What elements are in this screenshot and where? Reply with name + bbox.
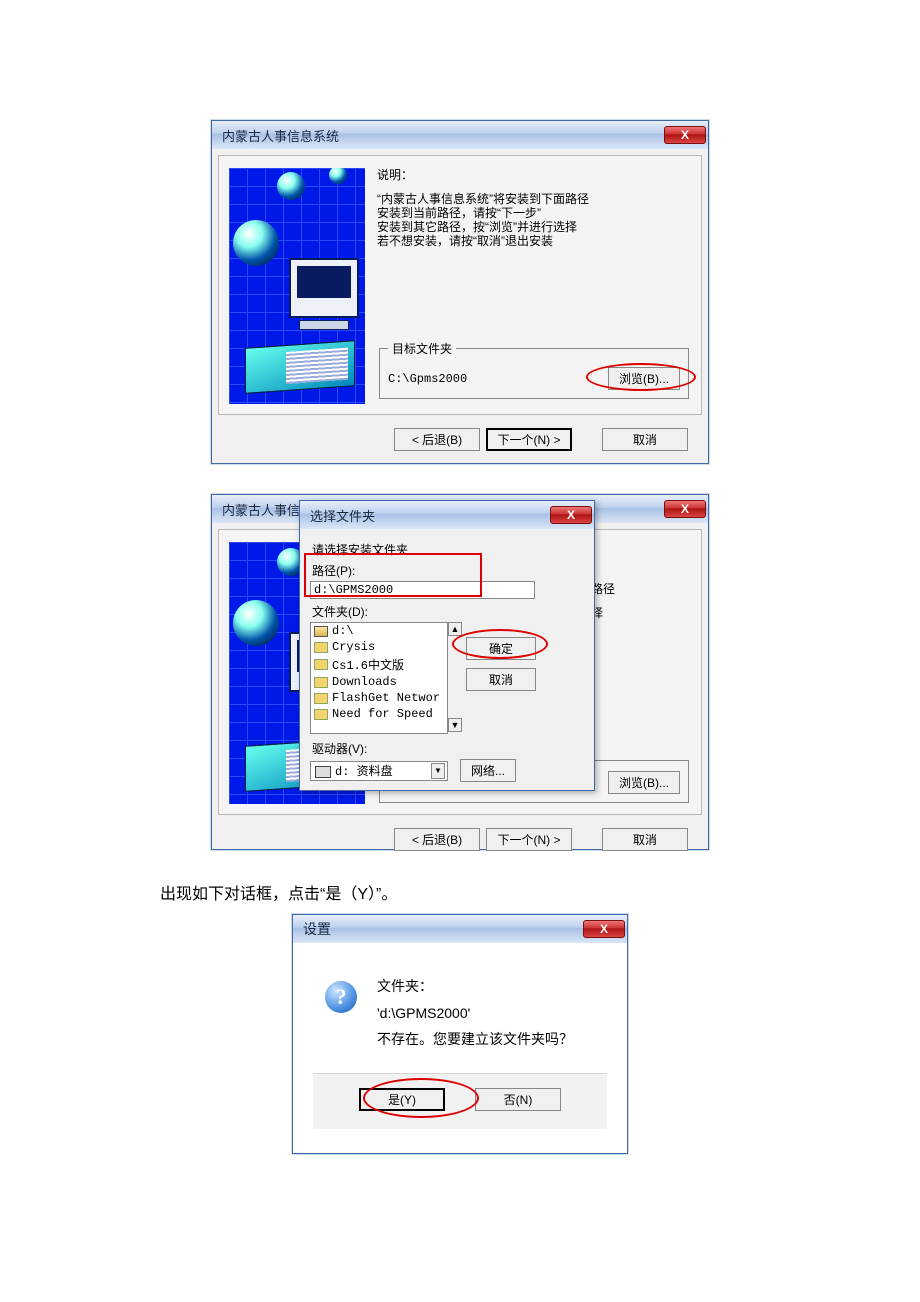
network-button[interactable]: 网络... — [460, 759, 516, 782]
explain-line: 安装到当前路径，请按“下一步” — [377, 206, 691, 220]
close-icon[interactable]: X — [550, 506, 592, 524]
cancel-button[interactable]: 取消 — [602, 428, 688, 451]
folder-icon — [314, 693, 328, 704]
folder-icon — [314, 642, 328, 653]
installer-side-image — [229, 168, 365, 404]
message-line: 文件夹： — [377, 973, 607, 1000]
list-item[interactable]: FlashGet Networ — [311, 690, 447, 706]
list-item-label: d:\ — [332, 624, 354, 638]
wizard-footer: < 后退(B) 下一个(N) > 取消 — [218, 421, 702, 457]
close-icon[interactable]: X — [583, 920, 625, 938]
installer-step-window: 内蒙古人事信息系统 X 说明： “内蒙古人事信息系统”将安装到下面路径 安装到当… — [211, 120, 709, 464]
close-icon[interactable]: X — [664, 126, 706, 144]
document-caption: 出现如下对话框，点击“是（Y）”。 — [0, 880, 920, 904]
monitor-icon — [289, 258, 359, 318]
no-button[interactable]: 否(N) — [475, 1088, 561, 1111]
folder-listbox[interactable]: d:\ Crysis Cs1.6中文版 Downloads FlashGet N… — [310, 622, 448, 734]
path-input[interactable] — [310, 581, 535, 599]
explain-text: 说明： “内蒙古人事信息系统”将安装到下面路径 安装到当前路径，请按“下一步” … — [377, 168, 691, 248]
dialog-body: ? 文件夹： 'd:\GPMS2000' 不存在。您要建立该文件夹吗？ 是(Y)… — [293, 943, 627, 1153]
cancel-button[interactable]: 取消 — [466, 668, 536, 691]
list-item[interactable]: d:\ — [311, 623, 447, 639]
list-item[interactable]: Cs1.6中文版 — [311, 655, 447, 674]
target-legend: 目标文件夹 — [388, 340, 456, 357]
next-button[interactable]: 下一个(N) > — [486, 428, 572, 451]
scroll-up-icon[interactable]: ▲ — [448, 622, 462, 636]
message-line: 不存在。您要建立该文件夹吗？ — [377, 1026, 607, 1053]
chevron-down-icon[interactable]: ▾ — [431, 763, 445, 779]
cancel-button[interactable]: 取消 — [602, 828, 688, 851]
dialog-title: 设置 — [303, 919, 583, 939]
list-item-label: Crysis — [332, 640, 375, 654]
folder-icon — [314, 659, 328, 670]
explain-line: 若不想安装，请按“取消”退出安装 — [377, 234, 691, 248]
drive-icon — [315, 766, 331, 778]
explain-heading: 说明： — [377, 168, 691, 182]
browse-button[interactable]: 浏览(B)... — [608, 367, 680, 390]
list-item-label: Downloads — [332, 675, 397, 689]
folders-label: 文件夹(D): — [312, 603, 584, 620]
folder-icon — [314, 677, 328, 688]
question-icon: ? — [325, 981, 357, 1013]
titlebar: 内蒙古人事信息系统 X — [212, 121, 708, 149]
list-item[interactable]: Crysis — [311, 639, 447, 655]
ok-button[interactable]: 确定 — [466, 637, 536, 660]
drive-label: 驱动器(V): — [312, 740, 584, 757]
yes-button[interactable]: 是(Y) — [359, 1088, 445, 1111]
list-item[interactable]: Need for Speed — [311, 706, 447, 722]
window-title: 内蒙古人事信息系统 — [222, 126, 664, 145]
target-folder-fieldset: 目标文件夹 C:\Gpms2000 浏览(B)... — [379, 340, 689, 399]
keyboard-icon — [245, 340, 355, 394]
titlebar: 选择文件夹 X — [300, 501, 594, 529]
installer-body: 说明： “内蒙古人事信息系统”将安装到下面路径 安装到当前路径，请按“下一步” … — [218, 155, 702, 415]
drive-value: d: 资料盘 — [335, 765, 393, 779]
browse-button[interactable]: 浏览(B)... — [608, 771, 680, 794]
dialog-body: 请选择安装文件夹 路径(P): 文件夹(D): d:\ Crysis Cs1.6… — [300, 529, 594, 790]
wizard-footer: < 后退(B) 下一个(N) > 取消 — [218, 821, 702, 857]
installer-with-folder-dialog: 内蒙古人事信 X 面路径 选择 浏览(B)... < 后退(B) 下一个(N) … — [211, 494, 709, 850]
list-item[interactable]: Downloads — [311, 674, 447, 690]
folder-icon — [314, 709, 328, 720]
settings-confirm-dialog: 设置 X ? 文件夹： 'd:\GPMS2000' 不存在。您要建立该文件夹吗？… — [292, 914, 628, 1154]
drive-icon — [314, 626, 328, 637]
next-button[interactable]: 下一个(N) > — [486, 828, 572, 851]
scroll-down-icon[interactable]: ▼ — [448, 718, 462, 732]
titlebar: 设置 X — [293, 915, 627, 943]
list-item-label: Cs1.6中文版 — [332, 656, 404, 673]
path-label: 路径(P): — [312, 562, 584, 579]
list-item-label: FlashGet Networ — [332, 691, 440, 705]
list-item-label: Need for Speed — [332, 707, 433, 721]
back-button[interactable]: < 后退(B) — [394, 828, 480, 851]
select-folder-dialog: 选择文件夹 X 请选择安装文件夹 路径(P): 文件夹(D): d:\ Crys… — [299, 500, 595, 791]
close-icon[interactable]: X — [664, 500, 706, 518]
target-path: C:\Gpms2000 — [388, 372, 608, 386]
back-button[interactable]: < 后退(B) — [394, 428, 480, 451]
message-line: 'd:\GPMS2000' — [377, 1000, 607, 1027]
instruction-label: 请选择安装文件夹 — [312, 541, 584, 558]
dialog-title: 选择文件夹 — [310, 506, 550, 525]
explain-line: 安装到其它路径，按“浏览”并进行选择 — [377, 220, 691, 234]
drive-combobox[interactable]: d: 资料盘 ▾ — [310, 761, 448, 781]
explain-line: “内蒙古人事信息系统”将安装到下面路径 — [377, 192, 691, 206]
